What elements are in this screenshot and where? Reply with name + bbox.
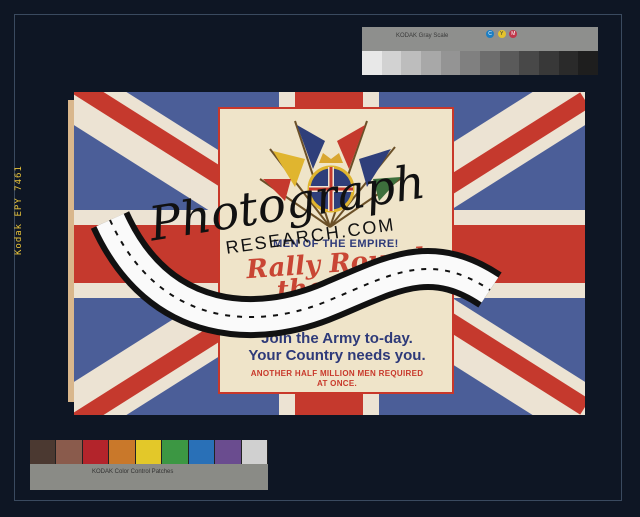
poster-another: ANOTHER HALF MILLION MEN REQUIRED AT ONC… bbox=[228, 369, 446, 389]
poster-join: Join the Army to-day. Your Country needs… bbox=[228, 330, 446, 364]
gray-scale-strip bbox=[362, 51, 599, 75]
gray-scale-dots: C Y M bbox=[486, 30, 519, 38]
color-control-card: KODAK Color Control Patches bbox=[30, 440, 268, 490]
gray-scale-header: KODAK Gray Scale C Y M bbox=[362, 27, 598, 51]
another-line-1: ANOTHER HALF MILLION MEN REQUIRED bbox=[250, 369, 424, 378]
yellow-dot: Y bbox=[497, 30, 506, 38]
another-line-2: AT ONCE. bbox=[316, 379, 358, 388]
gray-scale-title: KODAK Gray Scale bbox=[396, 33, 449, 39]
scan-stage: Kodak EPY 7461 KODAK Gray Scale C Y M ME… bbox=[0, 0, 640, 517]
cyan-dot: C bbox=[486, 30, 494, 38]
gray-scale-card: KODAK Gray Scale C Y M bbox=[362, 27, 599, 75]
color-patches bbox=[30, 440, 268, 464]
film-edge-code: Kodak EPY 7461 bbox=[14, 165, 24, 255]
magenta-dot: M bbox=[509, 30, 518, 38]
join-line-1: Join the Army to-day. bbox=[261, 330, 413, 347]
color-card-title: KODAK Color Control Patches bbox=[92, 469, 174, 475]
join-line-2: Your Country needs you. bbox=[248, 347, 426, 364]
color-card-footer: KODAK Color Control Patches bbox=[30, 464, 268, 490]
